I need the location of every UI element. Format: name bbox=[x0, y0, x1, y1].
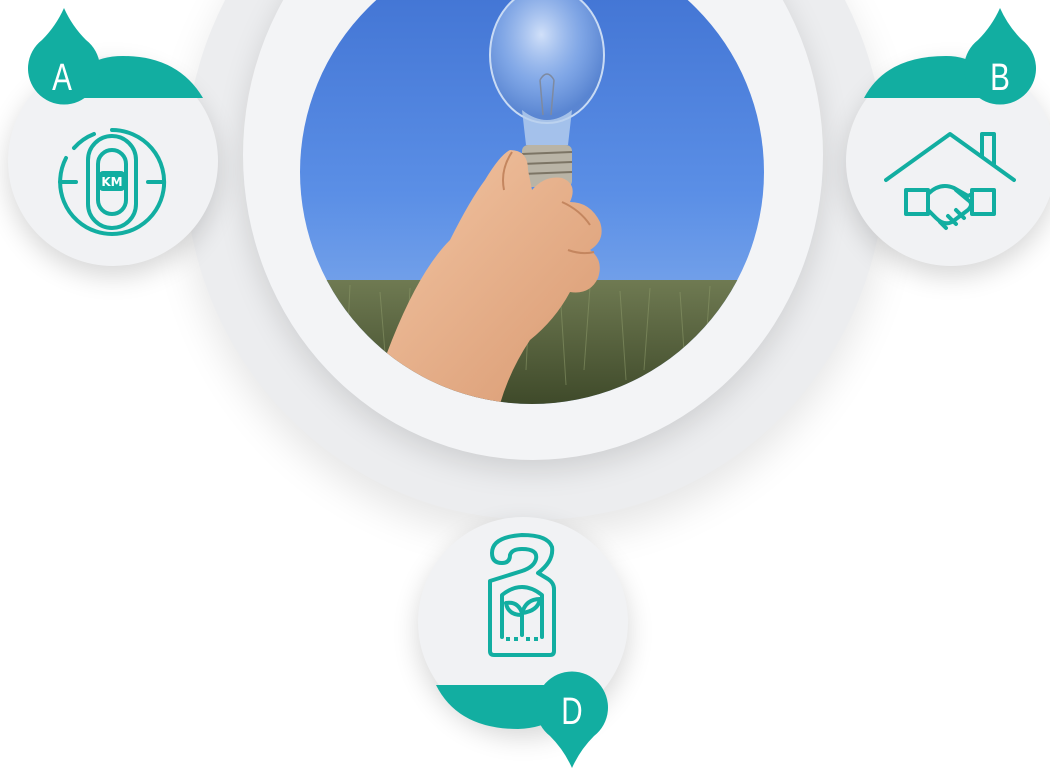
label-a: A bbox=[52, 57, 72, 99]
svg-text:KM: KM bbox=[101, 175, 122, 189]
odometer-km-icon: KM bbox=[58, 128, 167, 236]
house-handshake-icon bbox=[884, 132, 1016, 230]
eco-door-hanger-icon bbox=[488, 533, 556, 657]
label-d: D bbox=[561, 691, 583, 733]
label-b: B bbox=[990, 57, 1010, 99]
